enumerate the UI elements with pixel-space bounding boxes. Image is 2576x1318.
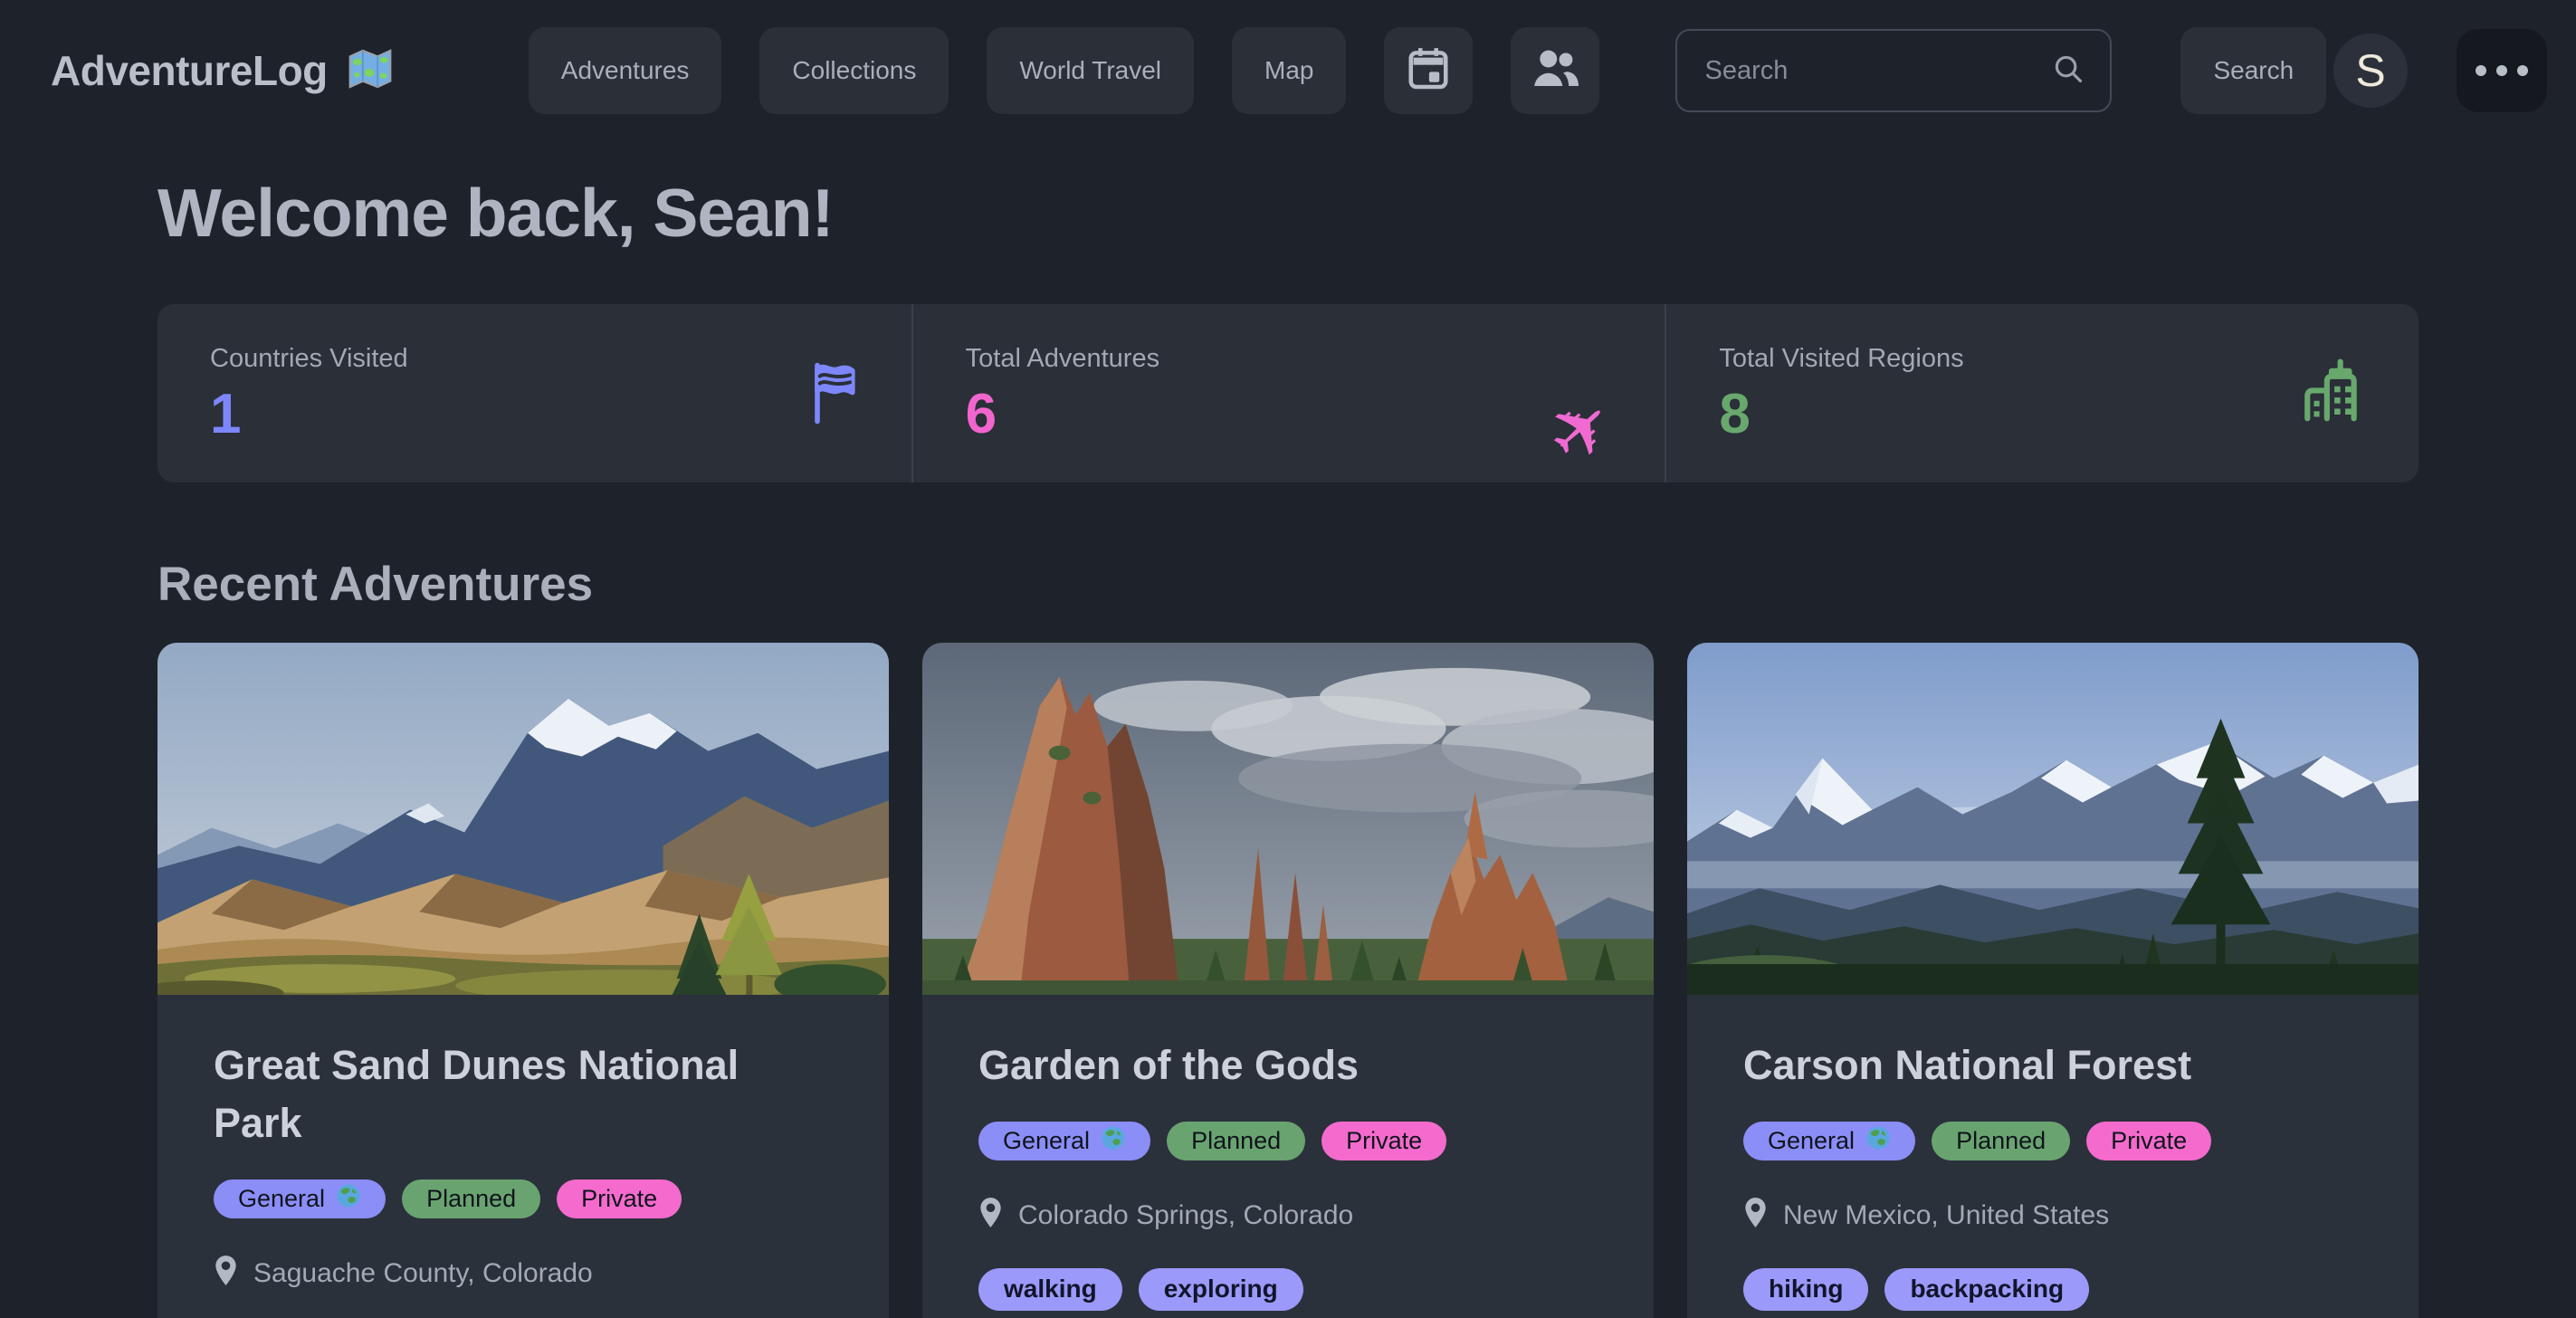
private-badge: Private xyxy=(2086,1122,2211,1160)
stat-total-visited-regions: Total Visited Regions 8 xyxy=(1665,304,2419,482)
badge-label: General xyxy=(1768,1127,1855,1155)
users-button[interactable] xyxy=(1511,27,1599,114)
badge-label: General xyxy=(1003,1127,1090,1155)
planned-badge: Planned xyxy=(1932,1122,2070,1160)
sand-dunes-photo[interactable] xyxy=(157,643,889,995)
private-badge: Private xyxy=(1321,1122,1446,1160)
activity-tag: hiking xyxy=(1743,1268,1868,1311)
navbar: AdventureLog Adventures Collections Worl… xyxy=(0,0,2576,114)
globe-icon xyxy=(1101,1125,1126,1157)
main-content: Welcome back, Sean! Countries Visited 1 … xyxy=(0,174,2576,1318)
nav-adventures-button[interactable]: Adventures xyxy=(529,27,722,114)
flag-icon xyxy=(808,358,859,429)
card-body: Carson National Forest General xyxy=(1687,995,2419,1318)
adventure-card[interactable]: Carson National Forest General xyxy=(1687,643,2419,1318)
adventure-card[interactable]: Great Sand Dunes National Park General xyxy=(157,643,889,1318)
stat-label: Countries Visited xyxy=(210,344,859,374)
nav-links: Adventures Collections World Travel Map xyxy=(529,27,2326,114)
app-title: AdventureLog xyxy=(51,46,328,95)
nav-map-button[interactable]: Map xyxy=(1232,27,1346,114)
adventure-title[interactable]: Carson National Forest xyxy=(1743,1036,2362,1094)
navbar-right: S xyxy=(2333,29,2547,112)
location-row: Saguache County, Colorado xyxy=(214,1255,833,1294)
calendar-button[interactable] xyxy=(1384,27,1473,114)
location-row: New Mexico, United States xyxy=(1743,1197,2362,1236)
garden-of-the-gods-photo[interactable] xyxy=(922,643,1654,995)
badge-label: General xyxy=(238,1185,325,1213)
search-button[interactable]: Search xyxy=(2180,27,2326,114)
users-icon xyxy=(1529,42,1581,100)
adventurelog-app: AdventureLog Adventures Collections Worl… xyxy=(0,0,2576,1318)
stat-total-adventures: Total Adventures 6 ✈ xyxy=(911,304,1665,482)
stat-label: Total Visited Regions xyxy=(1719,344,2366,374)
planned-badge: Planned xyxy=(1167,1122,1305,1160)
stat-value: 1 xyxy=(210,387,859,443)
globe-icon xyxy=(1865,1125,1891,1157)
nav-collections-button[interactable]: Collections xyxy=(759,27,949,114)
welcome-heading: Welcome back, Sean! xyxy=(157,174,2419,252)
category-badge: General xyxy=(978,1122,1150,1160)
map-logo-icon xyxy=(348,48,393,94)
adventure-title[interactable]: Great Sand Dunes National Park xyxy=(214,1036,833,1152)
stats-panel: Countries Visited 1 Total Adventures 6 ✈ xyxy=(157,304,2419,482)
avatar[interactable]: S xyxy=(2333,33,2408,108)
search-input[interactable] xyxy=(1703,55,2052,87)
avatar-initial: S xyxy=(2355,44,2385,97)
adventure-card[interactable]: Garden of the Gods General xyxy=(922,643,1654,1318)
location-row: Colorado Springs, Colorado xyxy=(978,1197,1598,1236)
carson-forest-photo[interactable] xyxy=(1687,643,2419,995)
private-badge: Private xyxy=(557,1180,682,1218)
activity-tag: exploring xyxy=(1139,1268,1303,1311)
recent-adventures-heading: Recent Adventures xyxy=(157,557,2419,612)
search-box xyxy=(1675,29,2112,112)
stat-value: 6 xyxy=(966,387,1613,443)
nav-world-travel-button[interactable]: World Travel xyxy=(987,27,1194,114)
location-pin-icon xyxy=(214,1255,238,1294)
activity-tag: backpacking xyxy=(1884,1268,2089,1311)
ellipsis-icon xyxy=(2476,65,2528,76)
tag-row: hiking backpacking xyxy=(1743,1268,2362,1311)
adventure-cards: Great Sand Dunes National Park General xyxy=(157,643,2419,1318)
location-pin-icon xyxy=(1743,1197,1768,1236)
badge-row: General Planned Private xyxy=(978,1122,1598,1160)
planned-badge: Planned xyxy=(402,1180,540,1218)
building-icon xyxy=(2299,358,2366,429)
badge-row: General Planned Private xyxy=(1743,1122,2362,1160)
card-body: Garden of the Gods General xyxy=(922,995,1654,1318)
stat-countries-visited: Countries Visited 1 xyxy=(157,304,911,482)
stat-label: Total Adventures xyxy=(966,344,1613,374)
location-text: New Mexico, United States xyxy=(1783,1200,2109,1231)
app-logo[interactable]: AdventureLog xyxy=(51,46,393,95)
location-text: Saguache County, Colorado xyxy=(253,1258,593,1289)
category-badge: General xyxy=(214,1180,386,1218)
location-text: Colorado Springs, Colorado xyxy=(1018,1200,1353,1231)
badge-row: General Planned Private xyxy=(214,1180,833,1218)
search-icon xyxy=(2052,53,2085,90)
stat-value: 8 xyxy=(1719,387,2366,443)
tag-row: walking exploring xyxy=(978,1268,1598,1311)
location-pin-icon xyxy=(978,1197,1003,1236)
calendar-icon xyxy=(1403,43,1454,100)
globe-icon xyxy=(336,1183,361,1215)
overflow-menu-button[interactable] xyxy=(2457,29,2547,112)
card-body: Great Sand Dunes National Park General xyxy=(157,995,889,1318)
adventure-title[interactable]: Garden of the Gods xyxy=(978,1036,1598,1094)
category-badge: General xyxy=(1743,1122,1915,1160)
activity-tag: walking xyxy=(978,1268,1122,1311)
